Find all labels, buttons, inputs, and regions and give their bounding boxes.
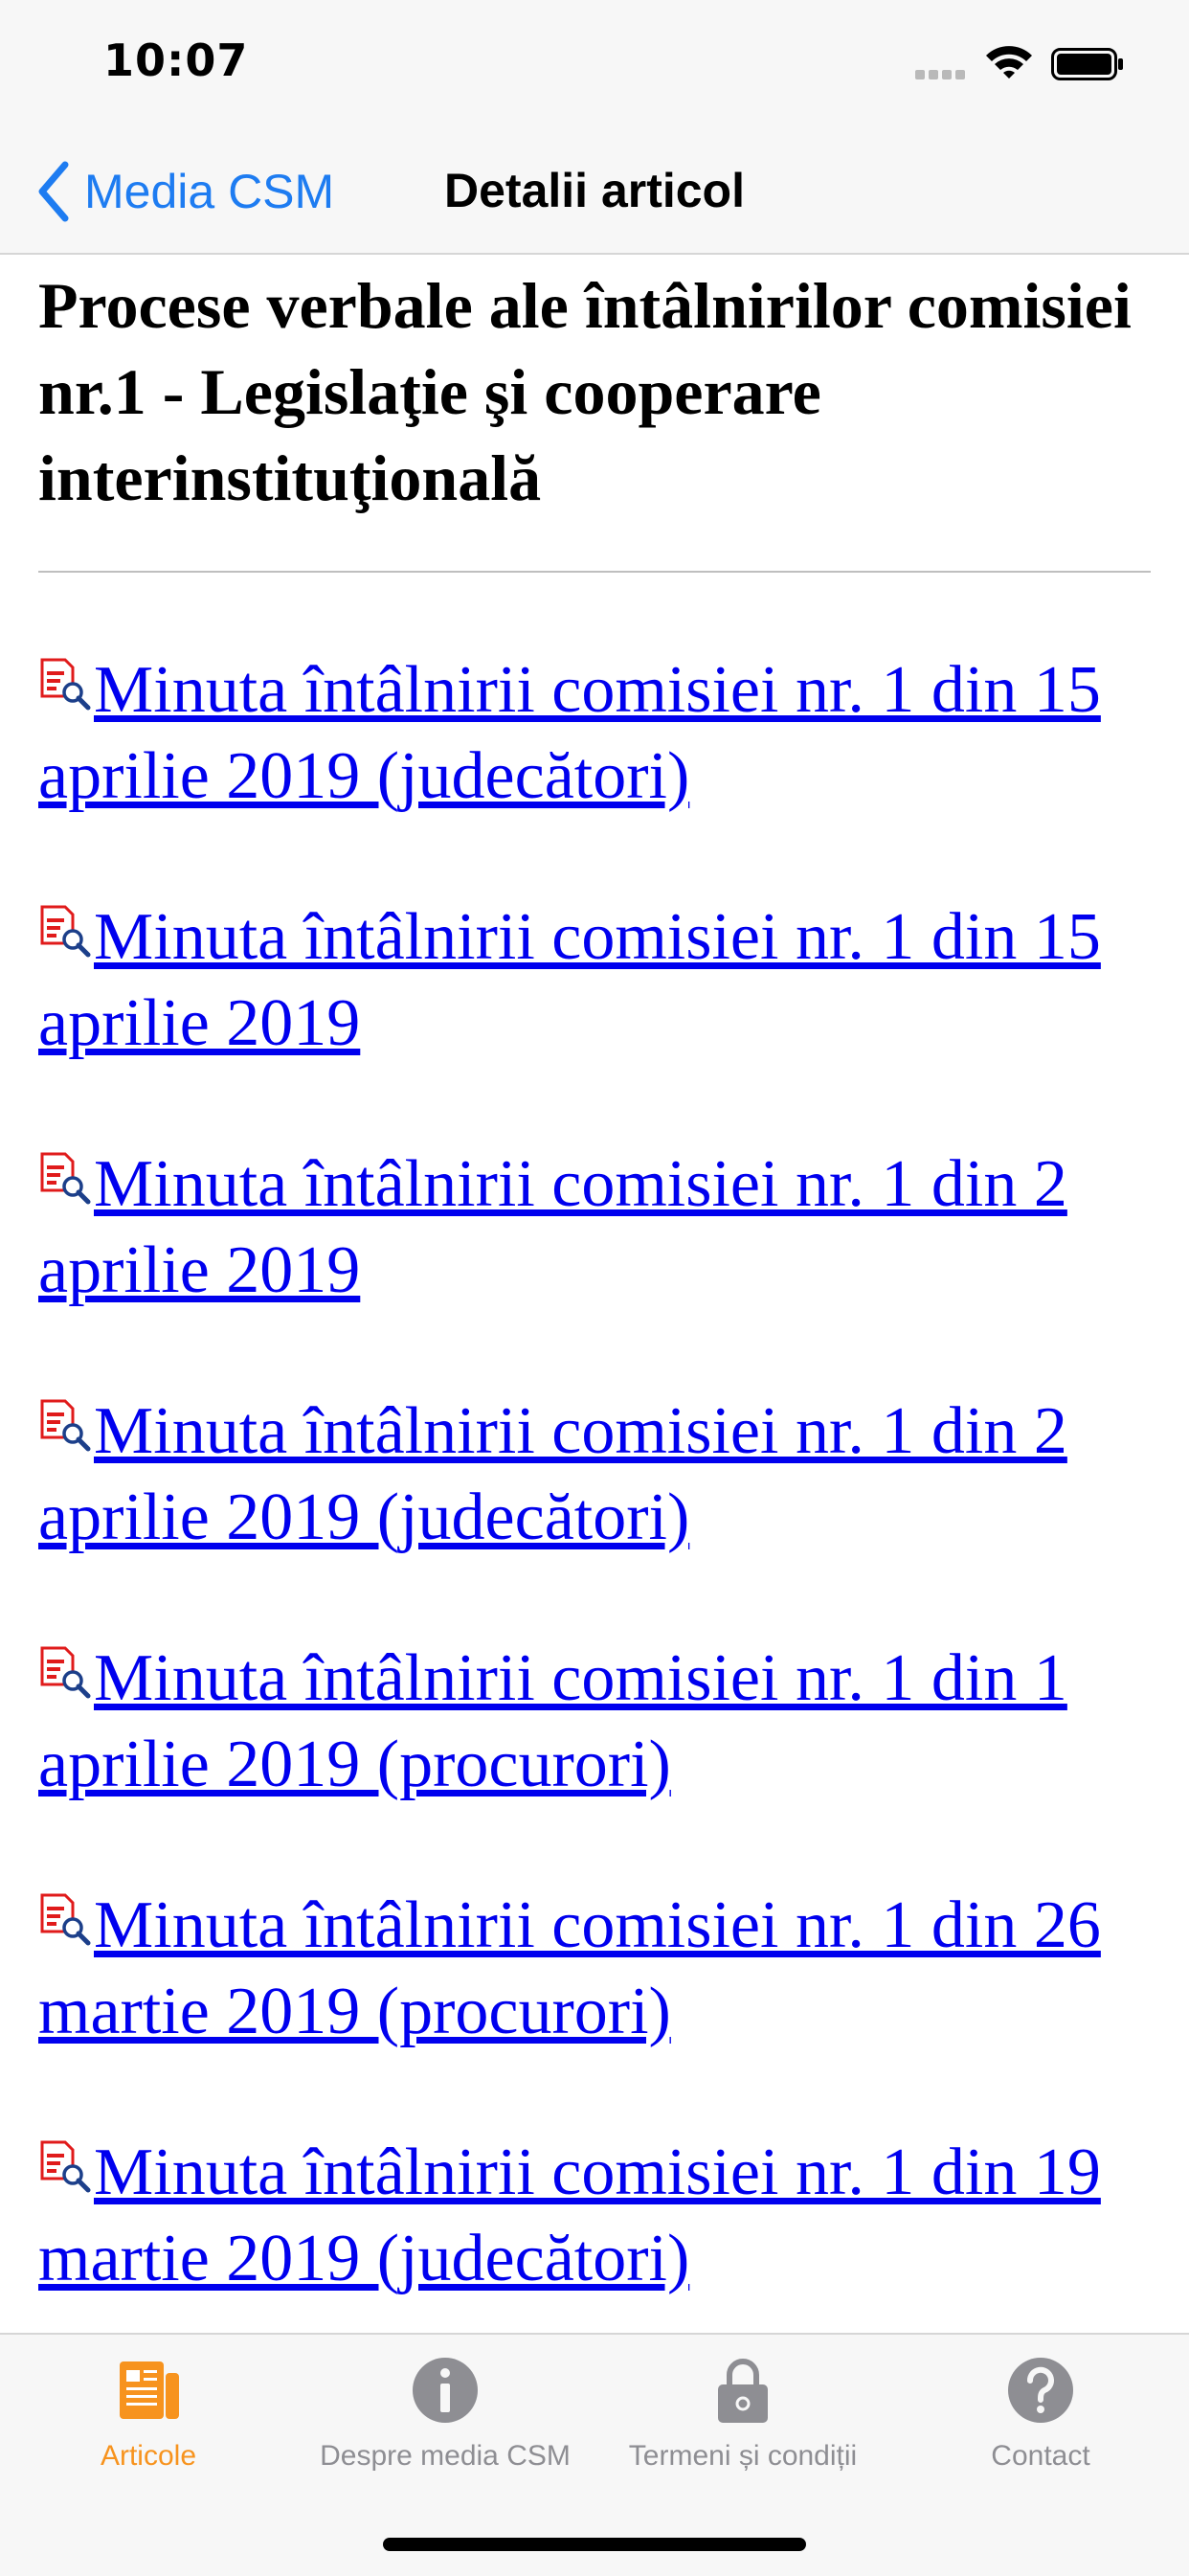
document-link[interactable]: Minuta întâlnirii comisiei nr. 1 din 1 a…	[38, 1641, 1067, 1801]
pdf-document-search-icon	[40, 658, 91, 711]
pdf-document-search-icon	[40, 905, 91, 958]
tab-termeni-si-conditii[interactable]: Termeni și condiții	[599, 2354, 886, 2497]
wifi-icon	[986, 46, 1032, 79]
document-link-label: Minuta întâlnirii comisiei nr. 1 din 15 …	[38, 900, 1101, 1060]
document-link-label: Minuta întâlnirii comisiei nr. 1 din 26 …	[38, 1888, 1101, 2048]
document-link[interactable]: Minuta întâlnirii comisiei nr. 1 din 15 …	[38, 653, 1101, 813]
document-list: Minuta întâlnirii comisiei nr. 1 din 15 …	[38, 647, 1158, 2333]
divider	[38, 571, 1151, 573]
cellular-signal-icon	[915, 67, 969, 84]
tab-contact[interactable]: Contact	[897, 2354, 1184, 2497]
list-item: Minuta întâlnirii comisiei nr. 1 din 2 a…	[38, 1389, 1158, 1636]
tab-articole[interactable]: Articole	[5, 2354, 292, 2497]
tab-label: Articole	[100, 2440, 197, 2472]
document-link-label: Minuta întâlnirii comisiei nr. 1 din 19 …	[38, 2135, 1101, 2295]
tab-label: Despre media CSM	[320, 2440, 571, 2472]
document-link[interactable]: Minuta întâlnirii comisiei nr. 1 din 2 a…	[38, 1147, 1067, 1307]
navigation-bar: Media CSM Detalii articol	[0, 134, 1189, 255]
pdf-document-search-icon	[40, 1646, 91, 1699]
status-time: 10:07	[103, 34, 249, 86]
tab-label: Termeni și condiții	[628, 2440, 858, 2472]
lock-icon	[718, 2359, 768, 2423]
document-link[interactable]: Minuta întâlnirii comisiei nr. 1 din 19 …	[38, 2135, 1101, 2295]
pdf-document-search-icon	[40, 1152, 91, 1205]
document-link-label: Minuta întâlnirii comisiei nr. 1 din 1 a…	[38, 1641, 1067, 1801]
list-item: Minuta întâlnirii comisiei nr. 1 din 15 …	[38, 647, 1158, 894]
status-bar: 10:07	[0, 0, 1189, 134]
article-title: Procese verbale ale întâlnirilor comisie…	[38, 269, 1132, 514]
document-link-label: Minuta întâlnirii comisiei nr. 1 din 2 a…	[38, 1147, 1067, 1307]
document-link[interactable]: Minuta întâlnirii comisiei nr. 1 din 15 …	[38, 900, 1101, 1060]
pdf-document-search-icon	[40, 2140, 91, 2193]
nav-title: Detalii articol	[444, 164, 745, 217]
tab-label: Contact	[991, 2440, 1090, 2472]
pdf-document-search-icon	[40, 1893, 91, 1946]
list-item: Minuta întâlnirii comisiei nr. 1 din 1 a…	[38, 1636, 1158, 1883]
question-icon	[1008, 2358, 1073, 2423]
list-item: Minuta întâlnirii comisiei nr. 1 din 26 …	[38, 1883, 1158, 2130]
pdf-document-search-icon	[40, 1399, 91, 1452]
list-item: Minuta întâlnirii comisiei nr. 1 din 19 …	[38, 2130, 1158, 2333]
document-link[interactable]: Minuta întâlnirii comisiei nr. 1 din 2 a…	[38, 1394, 1067, 1554]
battery-icon	[1051, 48, 1123, 80]
document-link-label: Minuta întâlnirii comisiei nr. 1 din 2 a…	[38, 1394, 1067, 1554]
article-content[interactable]: Procese verbale ale întâlnirilor comisie…	[0, 255, 1189, 2333]
articles-icon	[120, 2361, 179, 2419]
info-icon	[413, 2358, 478, 2423]
list-item: Minuta întâlnirii comisiei nr. 1 din 2 a…	[38, 1141, 1158, 1389]
document-link-label: Minuta întâlnirii comisiei nr. 1 din 15 …	[38, 653, 1101, 813]
home-indicator[interactable]	[383, 2538, 806, 2551]
tab-despre-media-csm[interactable]: Despre media CSM	[302, 2354, 589, 2497]
list-item: Minuta întâlnirii comisiei nr. 1 din 15 …	[38, 894, 1158, 1141]
document-link[interactable]: Minuta întâlnirii comisiei nr. 1 din 26 …	[38, 1888, 1101, 2048]
